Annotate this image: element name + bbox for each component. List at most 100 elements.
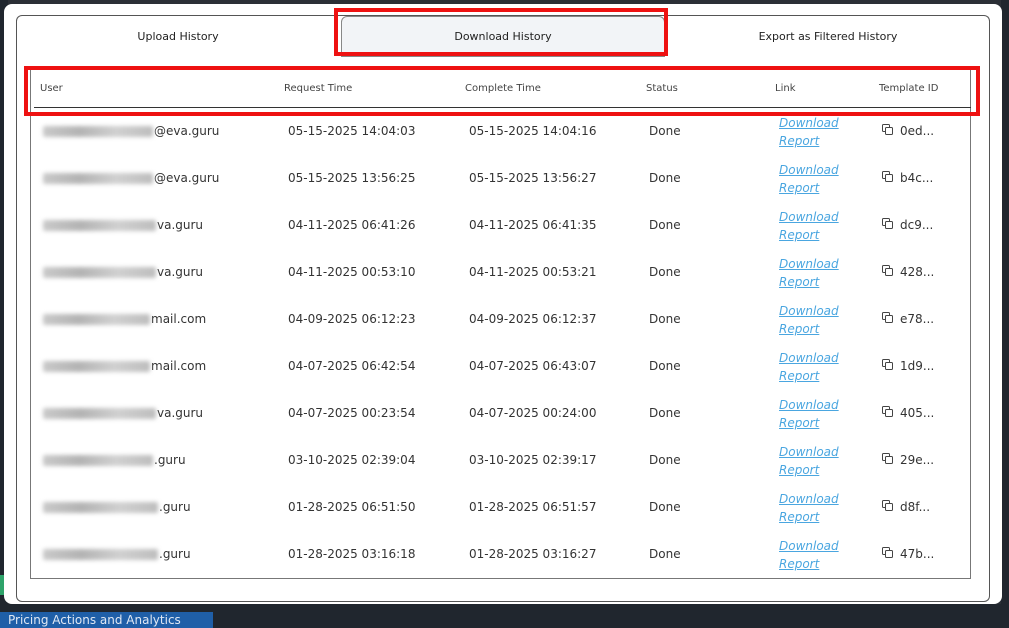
request-time-cell: 04-09-2025 06:12:23 <box>288 312 416 326</box>
copy-icon[interactable] <box>882 453 893 464</box>
copy-icon[interactable] <box>882 406 893 417</box>
copy-icon[interactable] <box>882 124 893 135</box>
redacted-user-text <box>43 173 153 184</box>
download-report-link-line2[interactable]: Report <box>779 322 819 336</box>
tab-upload-history[interactable]: Upload History <box>17 16 339 57</box>
copy-icon[interactable] <box>882 312 893 323</box>
user-cell: va.guru <box>43 218 203 232</box>
download-report-link-line1[interactable]: Download <box>779 351 839 365</box>
copy-icon[interactable] <box>882 500 893 511</box>
download-report-link[interactable]: Download Report <box>779 161 839 197</box>
download-report-link-line1[interactable]: Download <box>779 304 839 318</box>
status-cell: Done <box>649 500 681 514</box>
download-report-link-line1[interactable]: Download <box>779 539 839 553</box>
request-time-cell: 04-07-2025 06:42:54 <box>288 359 416 373</box>
table-row: va.guru 04-11-2025 06:41:26 04-11-2025 06:… <box>34 207 971 254</box>
template-id-cell: d8f... <box>900 500 931 514</box>
copy-icon[interactable] <box>882 547 893 558</box>
table-row: @eva.guru 05-15-2025 14:04:03 05-15-2025 1… <box>34 113 971 160</box>
download-report-link-line1[interactable]: Download <box>779 445 839 459</box>
column-header-link: Link <box>775 83 796 94</box>
user-email-suffix: va.guru <box>157 406 204 420</box>
download-report-link-line2[interactable]: Report <box>779 275 819 289</box>
download-report-link-line1[interactable]: Download <box>779 492 839 506</box>
request-time-cell: 04-07-2025 00:23:54 <box>288 406 416 420</box>
table-row: va.guru 04-07-2025 00:23:54 04-07-2025 00:… <box>34 395 971 442</box>
template-id-cell: 428... <box>900 265 935 279</box>
column-header-request-time: Request Time <box>284 83 353 94</box>
download-report-link-line1[interactable]: Download <box>779 398 839 412</box>
status-cell: Done <box>649 265 681 279</box>
tab-download-history[interactable]: Download History <box>341 16 665 57</box>
table-row: .guru 01-28-2025 06:51:50 01-28-2025 06:51… <box>34 489 971 536</box>
tab-export-filtered-history[interactable]: Export as Filtered History <box>667 16 989 57</box>
redacted-user-text <box>43 361 150 372</box>
status-cell: Done <box>649 359 681 373</box>
user-cell: @eva.guru <box>43 124 219 138</box>
table-row: va.guru 04-11-2025 00:53:10 04-11-2025 00:… <box>34 254 971 301</box>
user-cell: va.guru <box>43 265 203 279</box>
column-header-template-id: Template ID <box>879 83 939 94</box>
download-report-link[interactable]: Download Report <box>779 349 839 385</box>
user-email-suffix: mail.com <box>151 312 207 326</box>
redacted-user-text <box>43 502 158 513</box>
user-email-suffix: @eva.guru <box>154 124 220 138</box>
copy-icon[interactable] <box>882 171 893 182</box>
request-time-cell: 04-11-2025 06:41:26 <box>288 218 416 232</box>
download-report-link-line1[interactable]: Download <box>779 116 839 130</box>
redacted-user-text <box>43 455 153 466</box>
column-header-status: Status <box>646 83 678 94</box>
download-report-link-line1[interactable]: Download <box>779 257 839 271</box>
request-time-cell: 03-10-2025 02:39:04 <box>288 453 416 467</box>
copy-icon[interactable] <box>882 359 893 370</box>
download-report-link-line2[interactable]: Report <box>779 181 819 195</box>
download-report-link-line1[interactable]: Download <box>779 210 839 224</box>
download-report-link[interactable]: Download Report <box>779 302 839 338</box>
table-row: .guru 03-10-2025 02:39:04 03-10-2025 02:39… <box>34 442 971 489</box>
copy-icon[interactable] <box>882 218 893 229</box>
template-id-cell: 1d9... <box>900 359 935 373</box>
download-report-link[interactable]: Download Report <box>779 114 839 150</box>
complete-time-cell: 01-28-2025 06:51:57 <box>469 500 597 514</box>
copy-icon[interactable] <box>882 265 893 276</box>
download-report-link[interactable]: Download Report <box>779 537 839 573</box>
download-report-link-line2[interactable]: Report <box>779 134 819 148</box>
user-cell: .guru <box>43 453 186 467</box>
complete-time-cell: 04-07-2025 06:43:07 <box>469 359 597 373</box>
complete-time-cell: 03-10-2025 02:39:17 <box>469 453 597 467</box>
user-email-suffix: .guru <box>159 547 191 561</box>
column-header-complete-time: Complete Time <box>465 83 541 94</box>
user-email-suffix: va.guru <box>157 218 204 232</box>
download-report-link-line2[interactable]: Report <box>779 416 819 430</box>
download-report-link-line2[interactable]: Report <box>779 557 819 571</box>
redacted-user-text <box>43 126 153 137</box>
download-report-link-line2[interactable]: Report <box>779 369 819 383</box>
status-cell: Done <box>649 124 681 138</box>
complete-time-cell: 04-11-2025 06:41:35 <box>469 218 597 232</box>
download-report-link-line2[interactable]: Report <box>779 463 819 477</box>
template-id-cell: 0ed... <box>900 124 935 138</box>
request-time-cell: 04-11-2025 00:53:10 <box>288 265 416 279</box>
user-email-suffix: va.guru <box>157 265 204 279</box>
download-report-link[interactable]: Download Report <box>779 443 839 479</box>
download-report-link-line2[interactable]: Report <box>779 228 819 242</box>
template-id-cell: e78... <box>900 312 935 326</box>
redacted-user-text <box>43 267 156 278</box>
download-report-link[interactable]: Download Report <box>779 396 839 432</box>
template-id-cell: 29e... <box>900 453 935 467</box>
table-row: .guru 01-28-2025 03:16:18 01-28-2025 03:16… <box>34 536 971 583</box>
download-report-link[interactable]: Download Report <box>779 490 839 526</box>
complete-time-cell: 05-15-2025 14:04:16 <box>469 124 597 138</box>
status-cell: Done <box>649 218 681 232</box>
history-tabs: Upload History Download History Export a… <box>16 15 990 57</box>
complete-time-cell: 05-15-2025 13:56:27 <box>469 171 597 185</box>
complete-time-cell: 04-11-2025 00:53:21 <box>469 265 597 279</box>
download-report-link[interactable]: Download Report <box>779 208 839 244</box>
complete-time-cell: 04-09-2025 06:12:37 <box>469 312 597 326</box>
download-report-link-line2[interactable]: Report <box>779 510 819 524</box>
download-report-link-line1[interactable]: Download <box>779 163 839 177</box>
redacted-user-text <box>43 314 150 325</box>
download-report-link[interactable]: Download Report <box>779 255 839 291</box>
request-time-cell: 05-15-2025 14:04:03 <box>288 124 416 138</box>
user-cell: @eva.guru <box>43 171 219 185</box>
